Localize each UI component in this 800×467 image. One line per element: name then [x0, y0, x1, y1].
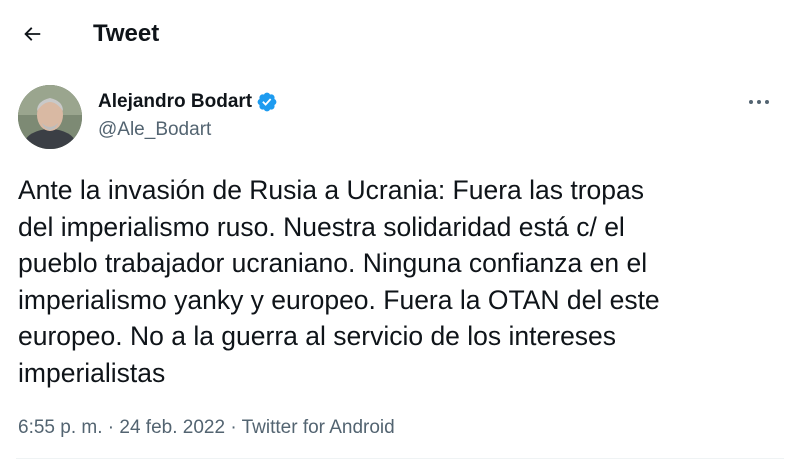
- tweet-date[interactable]: 24 feb. 2022: [119, 417, 225, 438]
- meta-separator: ·: [230, 417, 237, 438]
- back-button[interactable]: [16, 18, 48, 50]
- verified-badge-icon: [257, 92, 277, 112]
- page-title: Tweet: [93, 20, 160, 47]
- page-header: Tweet: [0, 0, 800, 68]
- more-options-button[interactable]: [746, 92, 772, 112]
- tweet-text: Ante la invasión de Rusia a Ucrania: Fue…: [18, 175, 660, 388]
- avatar-photo: [18, 85, 82, 149]
- arrow-left-icon: [24, 27, 41, 41]
- author-name-row[interactable]: Alejandro Bodart: [98, 90, 278, 114]
- tweet-time[interactable]: 6:55 p. m.: [18, 417, 103, 438]
- author-display-name[interactable]: Alejandro Bodart: [98, 90, 252, 114]
- tweet-source-link[interactable]: Twitter for Android: [242, 417, 395, 438]
- avatar[interactable]: [18, 85, 82, 149]
- more-horizontal-icon: [749, 100, 769, 104]
- divider: [16, 458, 784, 459]
- meta-separator: ·: [107, 417, 115, 438]
- author-handle[interactable]: @Ale_Bodart: [98, 118, 211, 142]
- tweet-metadata: 6:55 p. m. · 24 feb. 2022 · Twitter for …: [18, 416, 395, 440]
